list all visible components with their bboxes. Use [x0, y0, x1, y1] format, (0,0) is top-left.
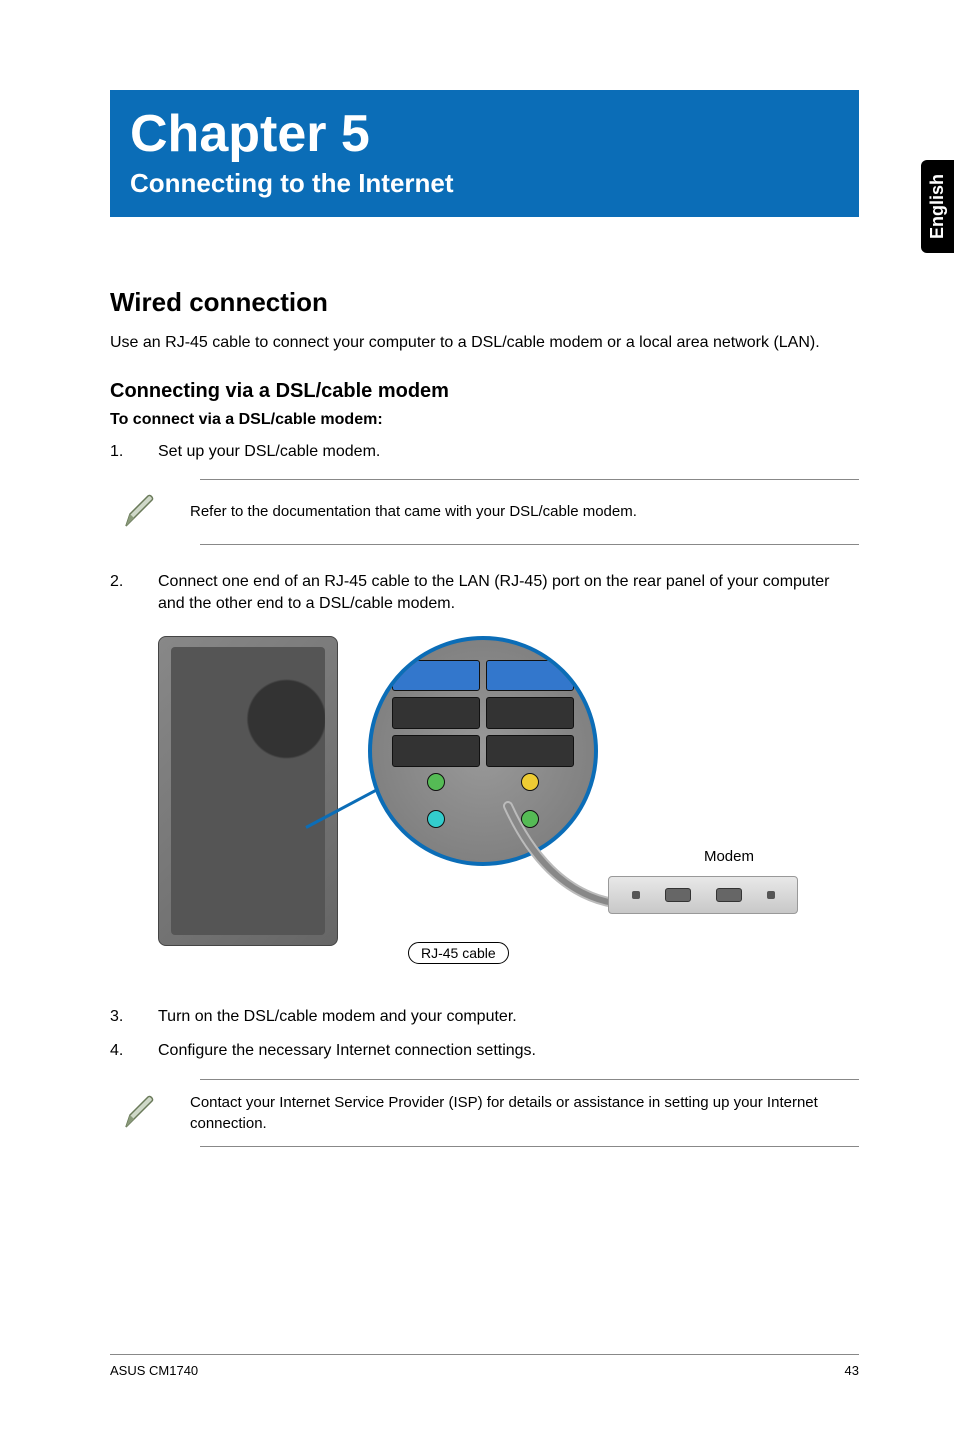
step-3: 3. Turn on the DSL/cable modem and your … [110, 1006, 859, 1028]
step-4: 4. Configure the necessary Internet conn… [110, 1040, 859, 1062]
chapter-title: Chapter 5 [130, 104, 839, 164]
note-2: Contact your Internet Service Provider (… [200, 1079, 859, 1147]
cable-icon [498, 796, 698, 936]
step-1: 1. Set up your DSL/cable modem. [110, 441, 859, 463]
connection-diagram: Modem RJ-45 cable [158, 636, 798, 976]
chapter-subtitle: Connecting to the Internet [130, 168, 839, 199]
step-text: Connect one end of an RJ-45 cable to the… [158, 571, 859, 616]
computer-rear-panel-icon [158, 636, 338, 946]
footer-product: ASUS CM1740 [110, 1363, 198, 1378]
pencil-note-icon [120, 1093, 160, 1133]
step-number: 4. [110, 1040, 158, 1062]
step-text: Set up your DSL/cable modem. [158, 441, 859, 463]
subsection-heading: Connecting via a DSL/cable modem [110, 380, 859, 403]
step-number: 1. [110, 441, 158, 463]
footer-page-number: 43 [845, 1363, 859, 1378]
step-number: 3. [110, 1006, 158, 1028]
modem-label: Modem [704, 848, 754, 865]
note-text: Contact your Internet Service Provider (… [190, 1092, 851, 1134]
language-tab: English [921, 160, 954, 253]
chapter-banner: Chapter 5 Connecting to the Internet [110, 90, 859, 217]
section-intro: Use an RJ-45 cable to connect your compu… [110, 332, 859, 354]
modem-icon [608, 876, 798, 914]
step-2: 2. Connect one end of an RJ-45 cable to … [110, 571, 859, 616]
instruction-label: To connect via a DSL/cable modem: [110, 411, 859, 429]
note-text: Refer to the documentation that came wit… [190, 501, 637, 522]
cable-label: RJ-45 cable [408, 942, 509, 964]
section-heading: Wired connection [110, 287, 859, 318]
step-text: Configure the necessary Internet connect… [158, 1040, 859, 1062]
page-footer: ASUS CM1740 43 [110, 1354, 859, 1378]
step-number: 2. [110, 571, 158, 616]
step-text: Turn on the DSL/cable modem and your com… [158, 1006, 859, 1028]
pencil-note-icon [120, 492, 160, 532]
note-1: Refer to the documentation that came wit… [200, 479, 859, 545]
